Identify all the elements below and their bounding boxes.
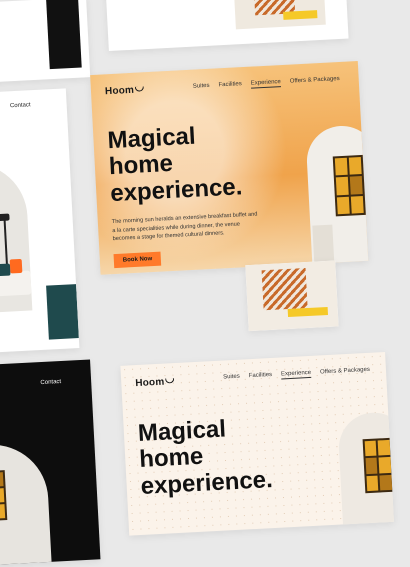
brand-logo[interactable]: Hoom xyxy=(105,84,145,97)
nav-suites[interactable]: Suites xyxy=(193,83,210,92)
nav-facilities[interactable]: Facilities xyxy=(218,81,242,90)
interior-image xyxy=(233,0,326,30)
book-now-button[interactable]: Book Now xyxy=(113,251,162,269)
mockup-card-top-left xyxy=(0,0,91,85)
arch-interior-image xyxy=(0,160,33,317)
mockup-card-hero: Hoom Suites Facilities Experience Offers… xyxy=(90,61,369,275)
staircase-graphic xyxy=(261,268,308,311)
teal-block xyxy=(46,284,79,340)
orange-cushion xyxy=(9,258,23,274)
black-panel xyxy=(46,0,82,70)
mockup-card-top-right xyxy=(105,0,349,52)
contact-link[interactable]: Contact xyxy=(40,379,61,386)
hero-arch-image xyxy=(337,410,394,535)
arch-interior-image xyxy=(0,441,53,567)
mockup-card-left: Contact xyxy=(0,88,80,356)
hero-headline: Magical home experience. xyxy=(106,122,243,207)
logo-loop-icon xyxy=(165,378,175,384)
nav-suites[interactable]: Suites xyxy=(223,374,240,383)
mockup-card-bottom-left: Contact xyxy=(0,359,101,567)
hero-window-grid xyxy=(332,154,369,217)
nav-offers[interactable]: Offers & Packages xyxy=(320,367,370,378)
mockup-stage: Contact Hoom Suites Facilities Experienc… xyxy=(0,0,410,567)
yellow-table xyxy=(283,10,318,20)
yellow-table xyxy=(287,306,329,318)
hero-headline: Magical home experience. xyxy=(137,415,274,500)
stairs-image xyxy=(245,260,339,332)
nav-offers[interactable]: Offers & Packages xyxy=(290,76,340,87)
nav-experience[interactable]: Experience xyxy=(250,79,282,89)
nav-experience[interactable]: Experience xyxy=(280,369,312,380)
lamp-shade xyxy=(0,213,10,222)
nav-facilities[interactable]: Facilities xyxy=(249,372,273,381)
hero-window-grid xyxy=(362,437,394,494)
top-nav: Suites Facilities Experience Offers & Pa… xyxy=(223,367,370,383)
mockup-card-stairs xyxy=(245,260,339,332)
contact-link[interactable]: Contact xyxy=(10,102,31,109)
window-grid xyxy=(0,470,8,523)
top-nav: Suites Facilities Experience Offers & Pa… xyxy=(193,76,340,92)
hero-arch-image xyxy=(305,124,369,266)
teal-cushion xyxy=(0,263,11,277)
hero-paragraph: The morning sun heralds an extensive bre… xyxy=(111,211,258,243)
brand-logo[interactable]: Hoom xyxy=(135,376,175,389)
hero-side-table xyxy=(312,224,335,266)
logo-loop-icon xyxy=(134,86,145,92)
mockup-card-dotted: Hoom Suites Facilities Experience Offers… xyxy=(120,352,394,536)
